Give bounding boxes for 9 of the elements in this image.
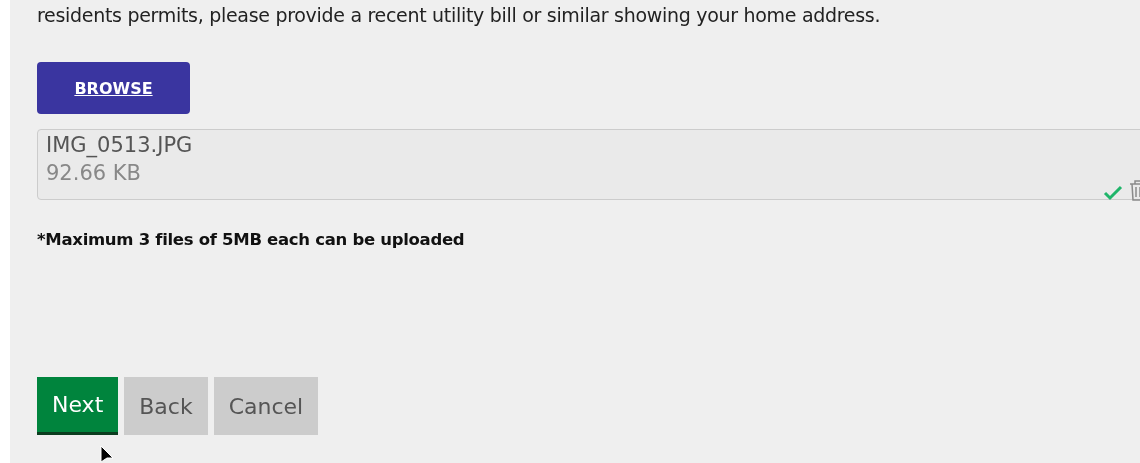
instructions-text: residents permits, please provide a recent utility bill or similar showing your home address. bbox=[37, 4, 882, 26]
upload-limit-note: *Maximum 3 files of 5MB each can be uploaded bbox=[37, 230, 466, 249]
cursor-icon bbox=[100, 445, 116, 463]
form-button[interactable]: Back bbox=[124, 377, 208, 435]
form-button[interactable]: Cancel bbox=[213, 377, 319, 435]
file-size: 92.66 KB bbox=[46, 161, 142, 185]
browse-button[interactable]: BROWSE bbox=[37, 62, 190, 114]
file-name: IMG_0513.JPG bbox=[46, 133, 194, 157]
next-button[interactable]: Next bbox=[37, 377, 119, 435]
